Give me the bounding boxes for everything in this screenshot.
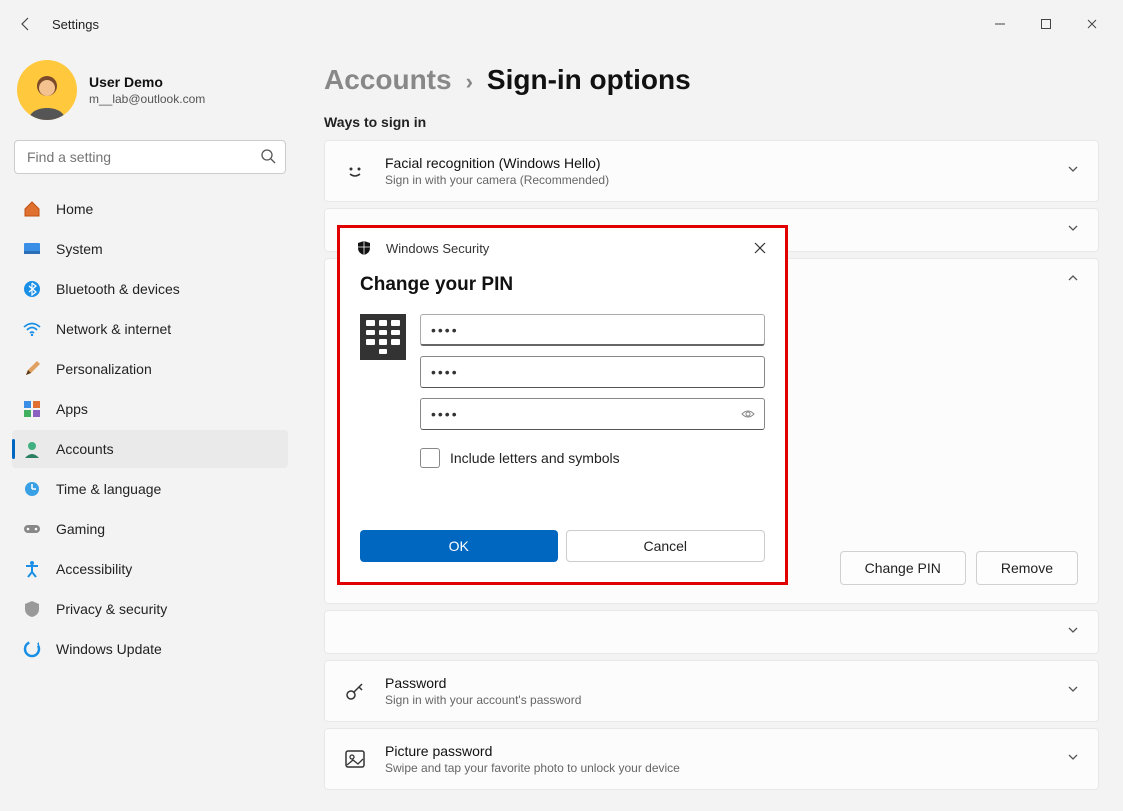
apps-icon xyxy=(22,399,42,419)
card-password[interactable]: Password Sign in with your account's pas… xyxy=(324,660,1099,722)
cancel-button[interactable]: Cancel xyxy=(566,530,766,562)
card-title: Password xyxy=(385,675,581,691)
avatar xyxy=(17,60,77,120)
titlebar: Settings xyxy=(0,0,1123,48)
minimize-button[interactable] xyxy=(977,8,1023,40)
nav-label: Windows Update xyxy=(56,641,162,657)
dialog-app-name: Windows Security xyxy=(386,241,489,256)
breadcrumb-current: Sign-in options xyxy=(487,64,691,96)
nav-time[interactable]: Time & language xyxy=(12,470,288,508)
key-icon xyxy=(343,679,367,703)
nav-bluetooth[interactable]: Bluetooth & devices xyxy=(12,270,288,308)
nav-label: Time & language xyxy=(56,481,161,497)
nav-label: Bluetooth & devices xyxy=(56,281,180,297)
breadcrumb-parent[interactable]: Accounts xyxy=(324,64,452,96)
face-icon xyxy=(343,159,367,183)
windows-security-dialog: Windows Security Change your PIN •••• ••… xyxy=(337,225,788,585)
wifi-icon xyxy=(22,319,42,339)
nav-apps[interactable]: Apps xyxy=(12,390,288,428)
maximize-button[interactable] xyxy=(1023,8,1069,40)
section-ways-title: Ways to sign in xyxy=(324,114,1099,130)
back-button[interactable] xyxy=(8,6,44,42)
clock-icon xyxy=(22,479,42,499)
card-subtitle: Sign in with your account's password xyxy=(385,693,581,707)
dialog-close-button[interactable] xyxy=(745,236,775,260)
window-controls xyxy=(977,8,1115,40)
card-facial[interactable]: Facial recognition (Windows Hello) Sign … xyxy=(324,140,1099,202)
nav-update[interactable]: Windows Update xyxy=(12,630,288,668)
dialog-title: Change your PIN xyxy=(360,274,765,296)
gamepad-icon xyxy=(22,519,42,539)
profile[interactable]: User Demo m__lab@outlook.com xyxy=(12,56,288,140)
change-pin-button[interactable]: Change PIN xyxy=(840,551,966,585)
security-shield-icon xyxy=(356,240,372,256)
bluetooth-icon xyxy=(22,279,42,299)
nav-label: Apps xyxy=(56,401,88,417)
card-picture-password[interactable]: Picture password Swipe and tap your favo… xyxy=(324,728,1099,790)
nav-label: Network & internet xyxy=(56,321,171,337)
new-pin-input[interactable]: •••• xyxy=(420,356,765,388)
search-icon xyxy=(260,148,276,169)
nav-gaming[interactable]: Gaming xyxy=(12,510,288,548)
nav-label: System xyxy=(56,241,103,257)
card-collapsed-2[interactable] xyxy=(324,610,1099,654)
nav-personalization[interactable]: Personalization xyxy=(12,350,288,388)
close-button[interactable] xyxy=(1069,8,1115,40)
nav-label: Privacy & security xyxy=(56,601,167,617)
chevron-down-icon xyxy=(1066,162,1080,181)
brush-icon xyxy=(22,359,42,379)
chevron-down-icon xyxy=(1066,221,1080,240)
nav-accounts[interactable]: Accounts xyxy=(12,430,288,468)
nav: Home System Bluetooth & devices Network … xyxy=(12,190,288,668)
keypad-icon xyxy=(360,314,406,360)
window-title: Settings xyxy=(44,17,99,32)
picture-icon xyxy=(343,747,367,771)
nav-label: Home xyxy=(56,201,93,217)
breadcrumb: Accounts › Sign-in options xyxy=(324,64,1099,96)
nav-network[interactable]: Network & internet xyxy=(12,310,288,348)
ok-button[interactable]: OK xyxy=(360,530,558,562)
card-subtitle: Sign in with your camera (Recommended) xyxy=(385,173,609,187)
chevron-down-icon xyxy=(1066,623,1080,642)
search-input[interactable] xyxy=(14,140,286,174)
current-pin-input[interactable]: •••• xyxy=(420,314,765,346)
remove-pin-button[interactable]: Remove xyxy=(976,551,1078,585)
chevron-up-icon[interactable] xyxy=(1066,271,1080,290)
profile-name: User Demo xyxy=(89,74,205,90)
card-title: Facial recognition (Windows Hello) xyxy=(385,155,609,171)
card-subtitle: Swipe and tap your favorite photo to unl… xyxy=(385,761,680,775)
search xyxy=(14,140,286,174)
chevron-right-icon: › xyxy=(466,69,473,95)
nav-label: Accounts xyxy=(56,441,114,457)
nav-label: Gaming xyxy=(56,521,105,537)
checkbox-label: Include letters and symbols xyxy=(450,450,620,466)
home-icon xyxy=(22,199,42,219)
nav-label: Personalization xyxy=(56,361,152,377)
chevron-down-icon xyxy=(1066,750,1080,769)
nav-home[interactable]: Home xyxy=(12,190,288,228)
person-icon xyxy=(22,439,42,459)
confirm-pin-input[interactable]: •••• xyxy=(420,398,765,430)
accessibility-icon xyxy=(22,559,42,579)
profile-email: m__lab@outlook.com xyxy=(89,92,205,106)
system-icon xyxy=(22,239,42,259)
reveal-password-icon[interactable] xyxy=(740,406,756,425)
nav-accessibility[interactable]: Accessibility xyxy=(12,550,288,588)
letters-symbols-checkbox[interactable] xyxy=(420,448,440,468)
shield-icon xyxy=(22,599,42,619)
chevron-down-icon xyxy=(1066,682,1080,701)
card-title: Picture password xyxy=(385,743,680,759)
update-icon xyxy=(22,639,42,659)
nav-system[interactable]: System xyxy=(12,230,288,268)
sidebar: User Demo m__lab@outlook.com Home System… xyxy=(0,48,300,811)
nav-label: Accessibility xyxy=(56,561,132,577)
nav-privacy[interactable]: Privacy & security xyxy=(12,590,288,628)
